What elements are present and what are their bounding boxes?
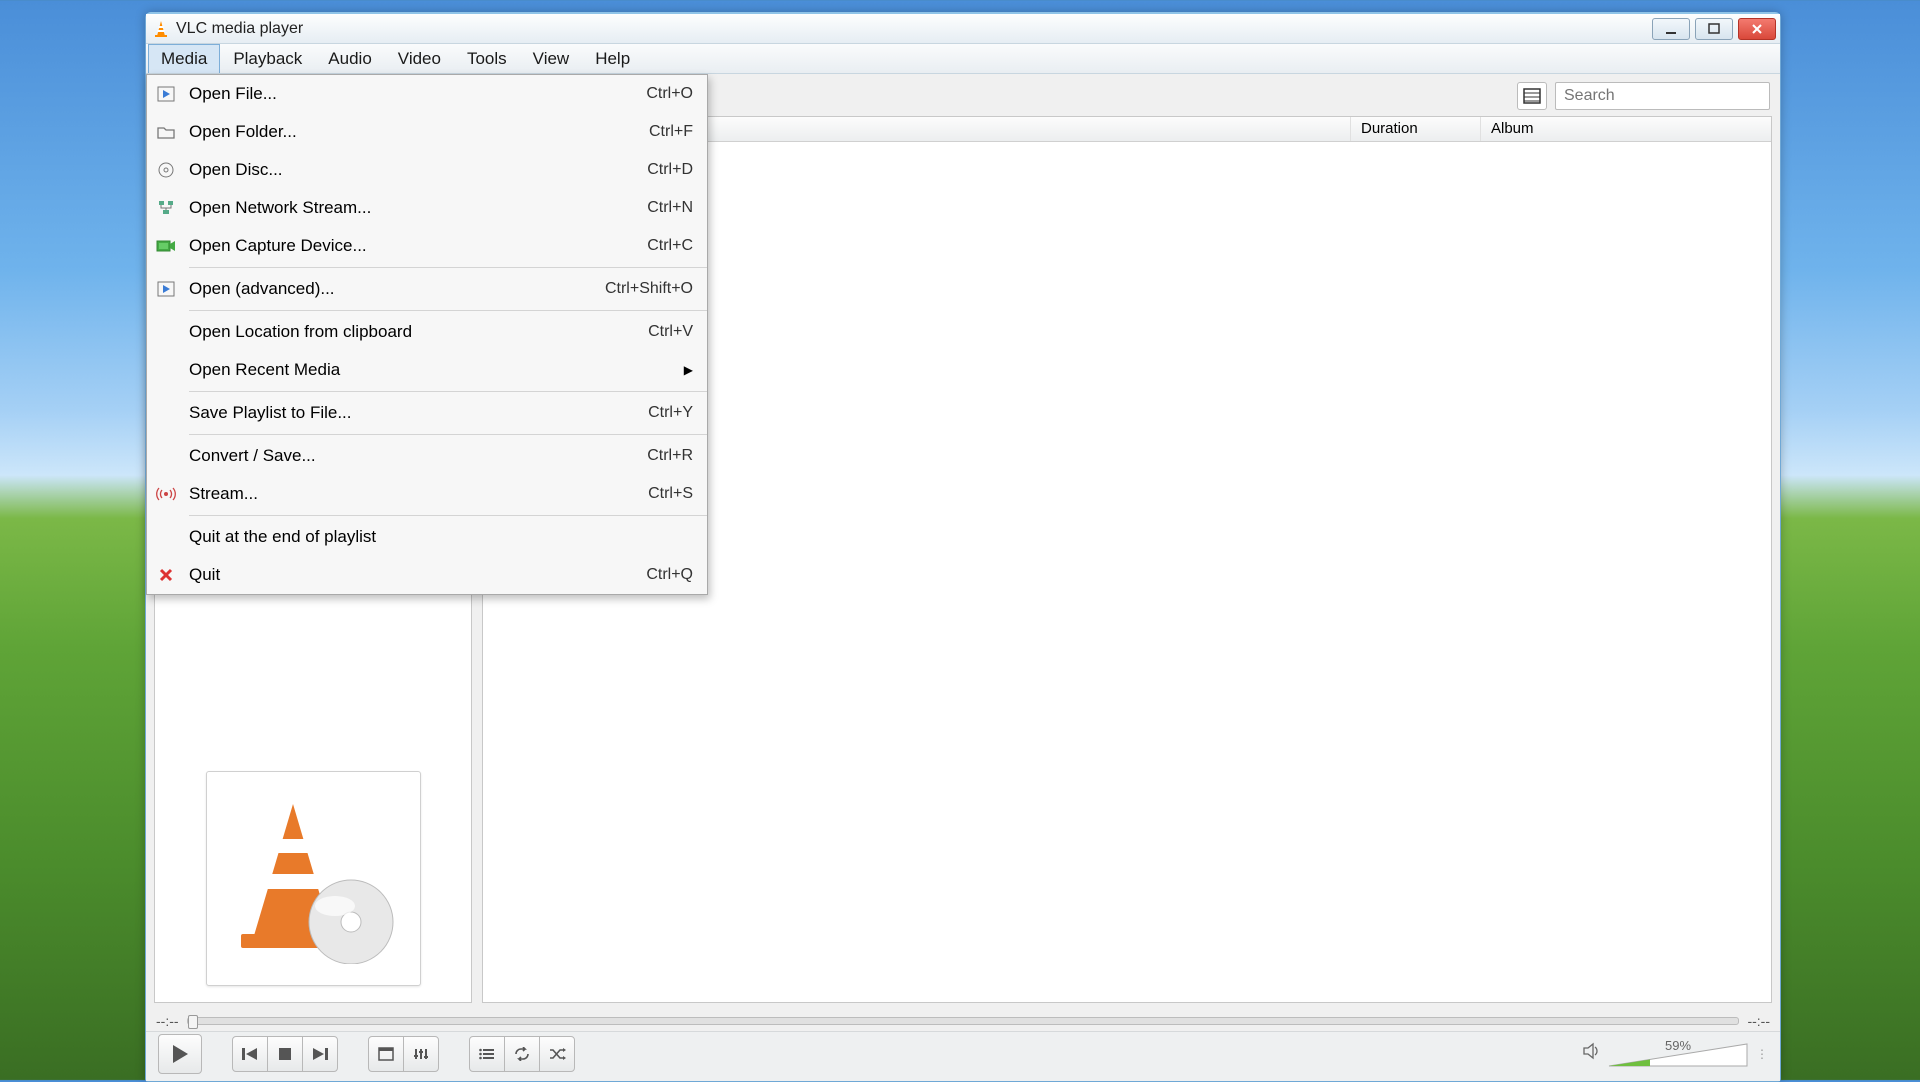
menu-item-shortcut: Ctrl+O — [646, 85, 693, 103]
menu-item-label: Open Recent Media — [189, 360, 672, 380]
media-menu-item[interactable]: Open Disc... Ctrl+D — [147, 151, 707, 189]
menu-item-shortcut: Ctrl+R — [647, 447, 693, 465]
maximize-button[interactable] — [1695, 18, 1733, 40]
capture-icon — [155, 235, 177, 257]
menu-item-label: Open Network Stream... — [189, 198, 635, 218]
seek-row: --:-- --:-- — [146, 1011, 1780, 1031]
media-menu-item[interactable]: Quit at the end of playlist — [147, 518, 707, 556]
menu-item-shortcut: Ctrl+Q — [646, 566, 693, 584]
vlc-window: VLC media player Media Playback Audio Vi… — [145, 12, 1781, 1082]
previous-button[interactable] — [232, 1036, 268, 1072]
play-file-icon — [155, 278, 177, 300]
menu-item-shortcut: Ctrl+C — [647, 237, 693, 255]
blank-icon — [155, 402, 177, 424]
volume-max-icon: ⋮ — [1756, 1047, 1768, 1061]
album-art-placeholder — [206, 771, 421, 986]
network-icon — [155, 197, 177, 219]
next-button[interactable] — [302, 1036, 338, 1072]
controls-bar: 59% ⋮ — [146, 1031, 1780, 1081]
media-menu-item[interactable]: Open (advanced)... Ctrl+Shift+O — [147, 270, 707, 308]
menu-item-label: Open (advanced)... — [189, 279, 593, 299]
blank-icon — [155, 359, 177, 381]
disc-icon — [155, 159, 177, 181]
menu-tools[interactable]: Tools — [454, 44, 520, 73]
menu-item-shortcut: Ctrl+Shift+O — [605, 280, 693, 298]
shuffle-button[interactable] — [539, 1036, 575, 1072]
media-menu-item[interactable]: Quit Ctrl+Q — [147, 556, 707, 594]
menu-item-label: Convert / Save... — [189, 446, 635, 466]
submenu-arrow-icon: ▶ — [684, 363, 693, 377]
media-menu-dropdown: Open File...Ctrl+OOpen Folder...Ctrl+FOp… — [146, 74, 708, 595]
menu-item-label: Open Folder... — [189, 122, 637, 142]
menu-item-shortcut: Ctrl+Y — [648, 404, 693, 422]
menu-item-label: Stream... — [189, 484, 636, 504]
extended-settings-button[interactable] — [403, 1036, 439, 1072]
menu-help[interactable]: Help — [582, 44, 643, 73]
loop-button[interactable] — [504, 1036, 540, 1072]
menubar: Media Playback Audio Video Tools View He… — [146, 44, 1780, 74]
menu-item-shortcut: Ctrl+S — [648, 485, 693, 503]
vlc-cone-icon — [152, 20, 170, 38]
speaker-icon[interactable] — [1582, 1042, 1600, 1065]
menu-item-label: Quit at the end of playlist — [189, 527, 693, 547]
volume-percent: 59% — [1665, 1038, 1691, 1053]
media-menu-item[interactable]: Open Network Stream... Ctrl+N — [147, 189, 707, 227]
media-menu-item[interactable]: Stream... Ctrl+S — [147, 475, 707, 513]
blank-icon — [155, 321, 177, 343]
window-title: VLC media player — [176, 20, 303, 38]
media-menu-item[interactable]: Open Capture Device... Ctrl+C — [147, 227, 707, 265]
menu-video[interactable]: Video — [385, 44, 454, 73]
media-menu-item[interactable]: Open Recent Media ▶ — [147, 351, 707, 389]
time-elapsed: --:-- — [156, 1013, 179, 1029]
menu-item-label: Open Disc... — [189, 160, 635, 180]
menu-item-shortcut: Ctrl+V — [648, 323, 693, 341]
media-menu-item[interactable]: Open File... Ctrl+O — [147, 75, 707, 113]
playlist-view-button[interactable] — [1517, 82, 1547, 110]
blank-icon — [155, 526, 177, 548]
playlist-button[interactable] — [469, 1036, 505, 1072]
blank-icon — [155, 445, 177, 467]
play-button[interactable] — [158, 1034, 202, 1074]
media-menu-item[interactable]: Open Folder... Ctrl+F — [147, 113, 707, 151]
menu-playback[interactable]: Playback — [220, 44, 315, 73]
col-album[interactable]: Album — [1481, 117, 1771, 141]
fullscreen-button[interactable] — [368, 1036, 404, 1072]
titlebar: VLC media player — [146, 14, 1780, 44]
time-remaining: --:-- — [1747, 1013, 1770, 1029]
search-input[interactable] — [1555, 82, 1770, 110]
menu-item-shortcut: Ctrl+D — [647, 161, 693, 179]
media-menu-item[interactable]: Save Playlist to File... Ctrl+Y — [147, 394, 707, 432]
close-button[interactable] — [1738, 18, 1776, 40]
menu-item-label: Open Capture Device... — [189, 236, 635, 256]
media-menu-item[interactable]: Convert / Save... Ctrl+R — [147, 437, 707, 475]
folder-icon — [155, 121, 177, 143]
menu-item-shortcut: Ctrl+N — [647, 199, 693, 217]
play-file-icon — [155, 83, 177, 105]
menu-item-label: Open File... — [189, 84, 634, 104]
menu-item-label: Quit — [189, 565, 634, 585]
seek-slider[interactable] — [187, 1017, 1740, 1025]
menu-media[interactable]: Media — [148, 44, 220, 73]
menu-item-label: Open Location from clipboard — [189, 322, 636, 342]
quit-icon — [155, 564, 177, 586]
media-menu-item[interactable]: Open Location from clipboard Ctrl+V — [147, 313, 707, 351]
menu-view[interactable]: View — [520, 44, 583, 73]
menu-audio[interactable]: Audio — [315, 44, 384, 73]
stop-button[interactable] — [267, 1036, 303, 1072]
volume-slider[interactable]: 59% — [1608, 1040, 1748, 1068]
stream-icon — [155, 483, 177, 505]
menu-item-shortcut: Ctrl+F — [649, 123, 693, 141]
minimize-button[interactable] — [1652, 18, 1690, 40]
col-duration[interactable]: Duration — [1351, 117, 1481, 141]
menu-item-label: Save Playlist to File... — [189, 403, 636, 423]
